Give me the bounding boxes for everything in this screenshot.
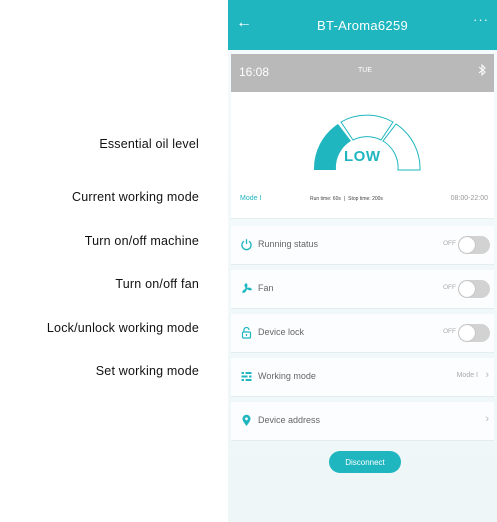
chevron-right-icon: › bbox=[485, 369, 489, 381]
device-address-row[interactable]: Device address › bbox=[231, 402, 494, 441]
mode-icon bbox=[241, 371, 252, 382]
status-bar: 16:08 TUE bbox=[231, 54, 494, 92]
annotation-set-mode: Set working mode bbox=[95, 364, 199, 378]
device-address-label: Device address bbox=[258, 415, 321, 425]
arrow-left-icon[interactable]: ← bbox=[236, 14, 252, 32]
gauge-segment-high bbox=[382, 123, 421, 171]
annotation-lock: Lock/unlock working mode bbox=[46, 321, 199, 335]
app-title: BT-Aroma6259 bbox=[316, 17, 409, 33]
running-status-label: Running status bbox=[258, 239, 319, 249]
device-lock-state: OFF bbox=[443, 328, 456, 335]
annotation-machine: Turn on/off machine bbox=[84, 234, 199, 248]
device-lock-label: Device lock bbox=[258, 327, 305, 337]
gauge-segment-mid bbox=[340, 114, 394, 141]
current-mode-label: Mode I bbox=[240, 195, 262, 202]
annotation-working-mode: Current working mode bbox=[72, 190, 199, 204]
run-time: Run time: 60s bbox=[310, 196, 341, 202]
bluetooth-icon bbox=[478, 63, 486, 79]
fan-label: Fan bbox=[258, 283, 274, 293]
app-header: ← BT-Aroma6259 ··· bbox=[228, 0, 497, 50]
working-hours: 08:00-22:00 bbox=[450, 195, 488, 202]
disconnect-button[interactable]: Disconnect bbox=[329, 451, 401, 473]
fan-icon bbox=[242, 283, 252, 293]
working-mode-row[interactable]: Working mode Mode I › bbox=[231, 358, 494, 397]
chevron-right-icon: › bbox=[485, 413, 489, 425]
oil-level-gauge bbox=[313, 114, 421, 171]
running-status-row[interactable]: Running status OFF bbox=[231, 226, 494, 265]
stop-time: Stop time: 200s bbox=[348, 196, 383, 202]
oil-level-value: LOW bbox=[344, 148, 381, 165]
fan-state: OFF bbox=[443, 284, 456, 291]
run-stop-info: Run time: 60s | Stop time: 200s bbox=[310, 196, 383, 202]
working-mode-label: Working mode bbox=[258, 371, 316, 381]
toggle-knob bbox=[459, 237, 475, 253]
annotation-oil-level: Essential oil level bbox=[99, 137, 199, 151]
device-lock-toggle[interactable] bbox=[458, 324, 490, 342]
power-icon bbox=[241, 239, 252, 251]
working-mode-value: Mode I bbox=[456, 372, 478, 379]
annotation-fan: Turn on/off fan bbox=[115, 277, 199, 291]
fan-row[interactable]: Fan OFF bbox=[231, 270, 494, 309]
lock-icon bbox=[241, 326, 252, 339]
app-screen: ← BT-Aroma6259 ··· 16:08 TUE LOW Mode I … bbox=[228, 0, 497, 522]
running-status-toggle[interactable] bbox=[458, 236, 490, 254]
fan-toggle[interactable] bbox=[458, 280, 490, 298]
toggle-knob bbox=[459, 325, 475, 341]
location-pin-icon bbox=[242, 414, 251, 426]
running-status-state: OFF bbox=[443, 240, 456, 247]
toggle-knob bbox=[459, 281, 475, 297]
run-stop-separator: | bbox=[343, 196, 346, 202]
device-lock-row[interactable]: Device lock OFF bbox=[231, 314, 494, 353]
oil-level-panel: LOW Mode I Run time: 60s | Stop time: 200s… bbox=[231, 92, 494, 219]
current-day: TUE bbox=[358, 67, 372, 74]
current-time: 16:08 bbox=[239, 65, 270, 79]
more-dots-icon[interactable]: ··· bbox=[473, 12, 489, 27]
